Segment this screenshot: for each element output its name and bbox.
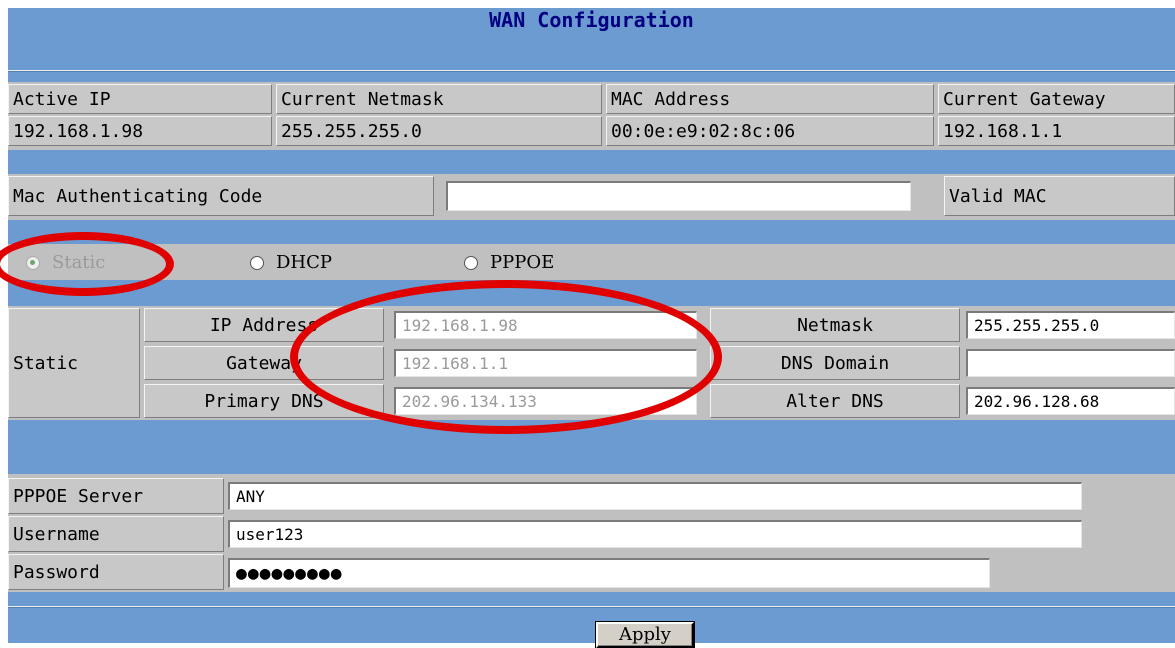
pppoe-server-label: PPPOE Server [8,478,224,514]
dns-domain-label: DNS Domain [710,346,960,380]
spacer-band [8,150,1175,174]
radio-dhcp[interactable]: DHCP [250,252,332,273]
radio-static-label: Static [52,252,106,273]
dns-domain-field[interactable] [966,349,1175,377]
password-mask: ●●●●●●●●● [236,563,343,584]
footer-band [8,592,1175,643]
alter-dns-field[interactable]: 202.96.128.68 [966,387,1175,415]
valid-mac-label: Valid MAC [944,176,1175,216]
spacer-band [8,220,1175,244]
password-field[interactable]: ●●●●●●●●● [228,558,990,588]
primary-dns-field[interactable]: 202.96.134.133 [394,387,697,415]
header-current-gateway: Current Gateway [938,84,1175,114]
value-current-netmask: 255.255.255.0 [276,116,602,146]
mac-auth-label: Mac Authenticating Code [8,176,434,216]
spacer-band [8,420,1175,474]
radio-static-dot [26,255,40,270]
header-active-ip: Active IP [8,84,272,114]
netmask-label: Netmask [710,308,960,342]
header-current-netmask: Current Netmask [276,84,602,114]
ip-address-label: IP Address [144,308,384,342]
primary-dns-label: Primary DNS [144,384,384,418]
value-current-gateway: 192.168.1.1 [938,116,1175,146]
divider [8,70,1175,72]
username-input[interactable] [228,520,1082,548]
gateway-label: Gateway [144,346,384,380]
password-label: Password [8,554,224,590]
username-label: Username [8,516,224,552]
radio-dhcp-dot [250,255,264,270]
header-mac-address: MAC Address [606,84,934,114]
ip-address-field[interactable]: 192.168.1.98 [394,311,697,339]
gateway-field[interactable]: 192.168.1.1 [394,349,697,377]
mac-auth-input[interactable] [446,181,911,211]
divider [8,606,1175,608]
pppoe-server-input[interactable] [228,482,1082,510]
mode-row [8,244,1175,280]
radio-static[interactable]: Static [26,252,105,273]
radio-dhcp-label: DHCP [276,252,333,273]
alter-dns-label: Alter DNS [710,384,960,418]
radio-pppoe[interactable]: PPPOE [464,252,554,273]
radio-pppoe-label: PPPOE [490,252,555,273]
value-mac-address: 00:0e:e9:02:8c:06 [606,116,934,146]
static-section-label: Static [8,308,140,418]
netmask-field[interactable]: 255.255.255.0 [966,311,1175,339]
spacer-band [8,280,1175,306]
radio-pppoe-dot [464,255,478,270]
page-title: WAN Configuration [489,8,694,32]
apply-button[interactable]: Apply [596,622,694,648]
value-active-ip: 192.168.1.98 [8,116,272,146]
